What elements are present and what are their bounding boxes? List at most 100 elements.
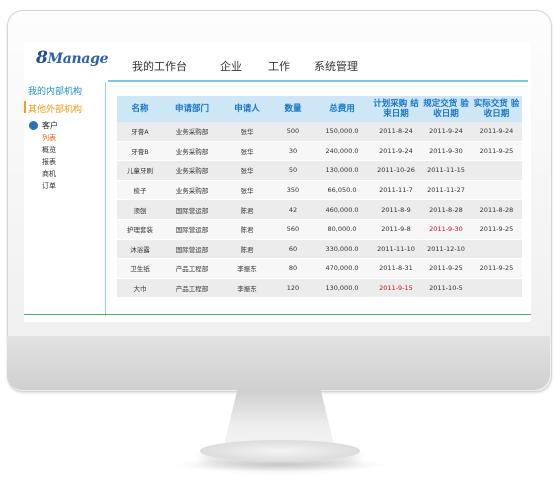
cell-required-delivery-date: 2011-9-30 <box>421 219 471 240</box>
nav-divider <box>108 80 528 82</box>
cell-required-delivery-date: 2011-8-28 <box>421 199 471 220</box>
cell-name: 儿童牙刷 <box>117 160 163 181</box>
cell-department: 产品工程部 <box>163 278 221 299</box>
cell-name: 卫生纸 <box>117 258 163 279</box>
cell-required-delivery-date: 2011-11-27 <box>421 180 471 201</box>
column-header-plan-end-date[interactable]: 计划采购 结束日期 <box>371 96 421 122</box>
cell-applicant: 李振东 <box>221 278 273 299</box>
table-row[interactable]: 卫生纸 产品工程部 李振东 80 470,000.0 2011-8-31 2011-9-25… <box>117 258 522 279</box>
sidebar-subitem-reports[interactable]: 报表 <box>42 157 56 167</box>
cell-required-delivery-date: 2011-10-5 <box>421 278 471 299</box>
cell-total-cost: 240,000.0 <box>313 141 371 162</box>
sidebar-subitem-overview[interactable]: 概览 <box>42 145 56 155</box>
sidebar-subitem-list[interactable]: 列表 <box>42 133 56 143</box>
cell-name: 牙膏B <box>117 141 163 162</box>
cell-total-cost: 470,000.0 <box>313 258 371 279</box>
cell-actual-delivery-date <box>471 160 522 181</box>
cell-name: 牙膏A <box>117 122 163 142</box>
screen: 8Manage 我的工作台 企业 工作 系统管理 我的内部机构 其他外部机构 客… <box>24 42 531 322</box>
cell-department: 业务采购部 <box>163 141 221 162</box>
cell-plan-end-date: 2011-9-8 <box>371 219 421 240</box>
logo-text: Manage <box>47 51 109 67</box>
column-header-required-delivery-date[interactable]: 规定交货 验收日期 <box>421 96 471 122</box>
cell-total-cost: 150,000.0 <box>313 122 371 142</box>
cell-plan-end-date: 2011-9-24 <box>371 141 421 162</box>
table-row[interactable]: 护理套装 国际营运部 陈君 560 80,000.0 2011-9-8 2011-9-30 2… <box>117 219 522 240</box>
table-row[interactable]: 须刨 国际营运部 陈君 42 460,000.0 2011-8-9 2011-8-28 201… <box>117 199 522 220</box>
column-header-total-cost[interactable]: 总费用 <box>313 96 371 122</box>
sidebar-subitem-orders[interactable]: 订单 <box>42 181 56 191</box>
column-header-name[interactable]: 名称 <box>117 96 163 122</box>
cell-actual-delivery-date: 2011-9-24 <box>471 122 522 142</box>
cell-actual-delivery-date <box>471 239 522 260</box>
column-header-department[interactable]: 申请部门 <box>163 96 221 122</box>
table-header-row: 名称 申请部门 申请人 数量 总费用 计划采购 结束日期 规定交货 验收日期 实… <box>117 96 522 122</box>
table-row[interactable]: 梳子 业务采购部 张华 350 66,050.0 2011-11-7 2011-11-27 <box>117 180 522 201</box>
app-logo[interactable]: 8Manage <box>36 48 109 68</box>
cell-quantity: 42 <box>273 199 313 220</box>
cell-plan-end-date: 2011-8-9 <box>371 199 421 220</box>
footer-divider <box>24 314 531 315</box>
tab-my-workbench[interactable]: 我的工作台 <box>132 58 220 74</box>
sidebar-item-customer[interactable]: 客户 <box>42 120 58 131</box>
cell-required-delivery-date: 2011-9-25 <box>421 258 471 279</box>
table-row[interactable]: 大巾 产品工程部 李振东 120 130,000.0 2011-9-15 2011-10-5 <box>117 278 522 299</box>
cell-department: 业务采购部 <box>163 160 221 181</box>
logo-number: 8 <box>36 48 48 68</box>
cell-total-cost: 66,050.0 <box>313 180 371 201</box>
monitor-chin <box>7 336 550 390</box>
cell-total-cost: 130,000.0 <box>313 160 371 181</box>
cell-name: 梳子 <box>117 180 163 201</box>
cell-actual-delivery-date: 2011-9-25 <box>471 258 522 279</box>
cell-required-delivery-date: 2011-9-24 <box>421 122 471 142</box>
cell-actual-delivery-date: 2011-8-28 <box>471 199 522 220</box>
cell-actual-delivery-date <box>471 278 522 299</box>
cell-department: 国际营运部 <box>163 219 221 240</box>
cell-department: 产品工程部 <box>163 258 221 279</box>
column-header-quantity[interactable]: 数量 <box>273 96 313 122</box>
table-row[interactable]: 儿童牙刷 业务采购部 张华 50 130,000.0 2011-10-26 2011-11-… <box>117 160 522 181</box>
cell-applicant: 张华 <box>221 122 273 142</box>
cell-plan-end-date: 2011-9-15 <box>371 278 421 299</box>
cell-quantity: 60 <box>273 239 313 260</box>
column-header-applicant[interactable]: 申请人 <box>221 96 273 122</box>
cell-name: 护理套装 <box>117 219 163 240</box>
cell-plan-end-date: 2011-8-31 <box>371 258 421 279</box>
cell-total-cost: 330,000.0 <box>313 239 371 260</box>
cell-quantity: 120 <box>273 278 313 299</box>
sidebar: 我的内部机构 其他外部机构 客户 列表 概览 报表 商机 订单 <box>24 82 106 316</box>
cell-department: 业务采购部 <box>163 180 221 201</box>
user-icon <box>29 121 38 130</box>
cell-quantity: 50 <box>273 160 313 181</box>
sidebar-item-external-org[interactable]: 其他外部机构 <box>24 101 82 115</box>
cell-department: 国际营运部 <box>163 239 221 260</box>
sidebar-subitem-opportunities[interactable]: 商机 <box>42 169 56 179</box>
cell-applicant: 张华 <box>221 141 273 162</box>
purchase-table: 名称 申请部门 申请人 数量 总费用 计划采购 结束日期 规定交货 验收日期 实… <box>117 96 522 302</box>
tab-system-admin[interactable]: 系统管理 <box>314 58 374 74</box>
cell-plan-end-date: 2011-8-24 <box>371 122 421 142</box>
cell-actual-delivery-date: 2011-9-25 <box>471 141 522 162</box>
cell-required-delivery-date: 2011-12-10 <box>421 239 471 260</box>
cell-quantity: 560 <box>273 219 313 240</box>
tab-enterprise[interactable]: 企业 <box>220 58 268 74</box>
cell-department: 业务采购部 <box>163 122 221 142</box>
tab-work[interactable]: 工作 <box>268 58 314 74</box>
cell-plan-end-date: 2011-10-26 <box>371 160 421 181</box>
column-header-actual-delivery-date[interactable]: 实际交货 验收日期 <box>471 96 522 122</box>
cell-plan-end-date: 2011-11-7 <box>371 180 421 201</box>
top-nav: 我的工作台 企业 工作 系统管理 <box>132 58 374 74</box>
cell-quantity: 500 <box>273 122 313 142</box>
cell-quantity: 80 <box>273 258 313 279</box>
cell-plan-end-date: 2011-11-10 <box>371 239 421 260</box>
cell-total-cost: 130,000.0 <box>313 278 371 299</box>
cell-applicant: 张华 <box>221 180 273 201</box>
table-row[interactable]: 沐浴露 国际营运部 陈君 60 330,000.0 2011-11-10 2011-12-1… <box>117 239 522 260</box>
table-row[interactable]: 牙膏B 业务采购部 张华 30 240,000.0 2011-9-24 2011-9-30 2… <box>117 141 522 162</box>
cell-actual-delivery-date: 2011-9-25 <box>471 219 522 240</box>
sidebar-item-internal-org[interactable]: 我的内部机构 <box>28 84 82 97</box>
cell-required-delivery-date: 2011-11-15 <box>421 160 471 181</box>
cell-applicant: 陈君 <box>221 219 273 240</box>
table-row[interactable]: 牙膏A 业务采购部 张华 500 150,000.0 2011-8-24 2011-9-24… <box>117 122 522 142</box>
cell-required-delivery-date: 2011-9-30 <box>421 141 471 162</box>
